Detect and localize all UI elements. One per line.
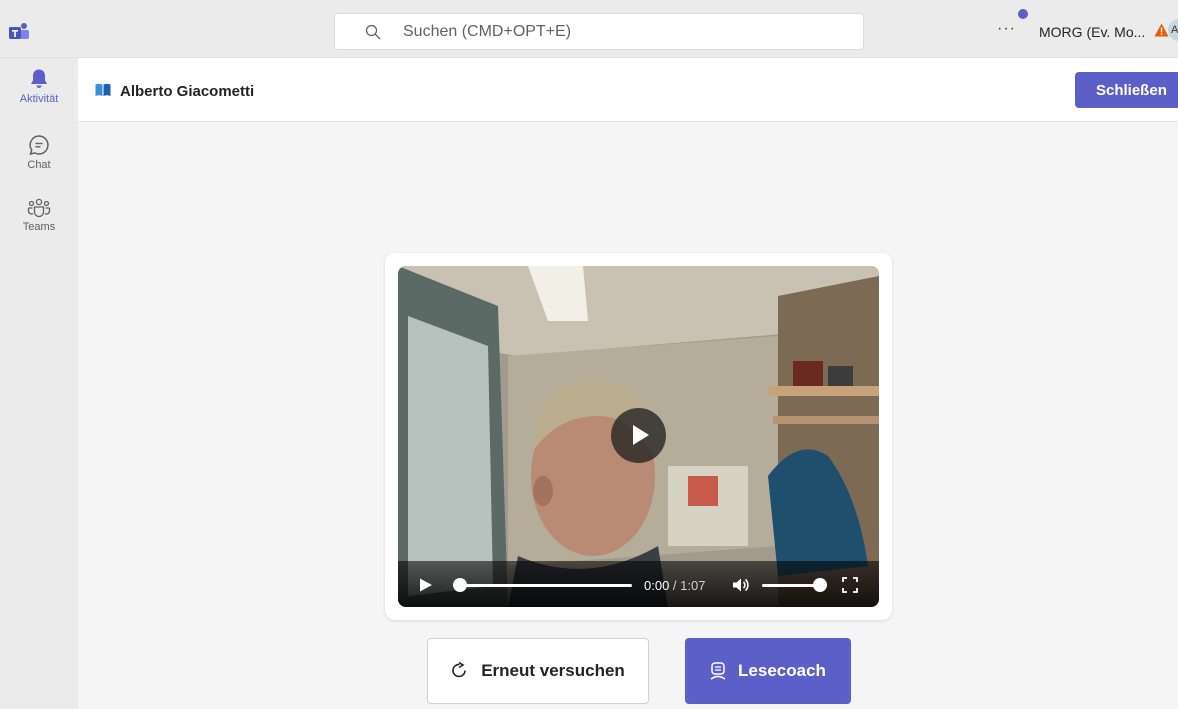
rail-item-teams[interactable]: Teams	[0, 198, 78, 233]
video-card: 0:00 / 1:07	[385, 253, 892, 620]
rail-item-activity[interactable]: Aktivität	[0, 68, 78, 105]
seek-handle[interactable]	[453, 578, 467, 592]
seek-bar[interactable]	[456, 584, 632, 587]
close-button[interactable]: Schließen	[1075, 72, 1178, 108]
time-separator: /	[669, 578, 681, 593]
play-icon[interactable]	[419, 578, 433, 592]
rail-item-label: Teams	[22, 221, 56, 233]
video-controls: 0:00 / 1:07	[398, 561, 879, 607]
rail-item-label: Aktivität	[19, 93, 59, 105]
time-display: 0:00 / 1:07	[644, 578, 705, 593]
retry-button[interactable]: Erneut versuchen	[427, 638, 649, 704]
search-icon	[365, 24, 381, 39]
video-player[interactable]: 0:00 / 1:07	[398, 266, 879, 607]
retry-icon	[452, 662, 466, 678]
main-content: 0:00 / 1:07 Erneut versuchen Lesecoach	[78, 122, 1178, 709]
duration: 1:07	[680, 578, 706, 593]
search-placeholder: Suchen (CMD+OPT+E)	[403, 22, 572, 40]
org-switcher[interactable]: MORG (Ev. Mo...	[1039, 24, 1145, 40]
rail-item-label: Chat	[27, 159, 51, 171]
volume-handle[interactable]	[813, 578, 827, 592]
chat-icon	[29, 135, 49, 156]
volume-slider[interactable]	[762, 584, 820, 587]
current-time: 0:00	[644, 578, 670, 593]
avatar[interactable]: A	[1168, 19, 1178, 41]
page-header: Alberto Giacometti Schließen	[78, 58, 1178, 122]
bell-icon	[31, 69, 47, 88]
fullscreen-icon[interactable]	[842, 577, 858, 593]
reading-coach-icon	[710, 662, 726, 680]
app-rail: Aktivität Chat Teams	[0, 58, 78, 709]
retry-label: Erneut versuchen	[481, 661, 625, 680]
top-bar: Suchen (CMD+OPT+E) ··· MORG (Ev. Mo... A	[0, 0, 1178, 58]
volume-icon[interactable]	[732, 577, 750, 593]
notification-dot	[1018, 9, 1028, 19]
rail-item-chat[interactable]: Chat	[0, 134, 78, 171]
warning-icon[interactable]	[1154, 23, 1169, 37]
teams-logo-icon[interactable]	[8, 22, 30, 42]
teams-icon	[27, 198, 51, 218]
reading-coach-button[interactable]: Lesecoach	[685, 638, 851, 704]
book-icon	[95, 83, 111, 96]
big-play-button[interactable]	[611, 408, 666, 463]
more-options-button[interactable]: ···	[997, 20, 1016, 38]
page-title: Alberto Giacometti	[120, 83, 255, 100]
reading-coach-label: Lesecoach	[738, 661, 826, 680]
search-box[interactable]: Suchen (CMD+OPT+E)	[334, 13, 864, 50]
